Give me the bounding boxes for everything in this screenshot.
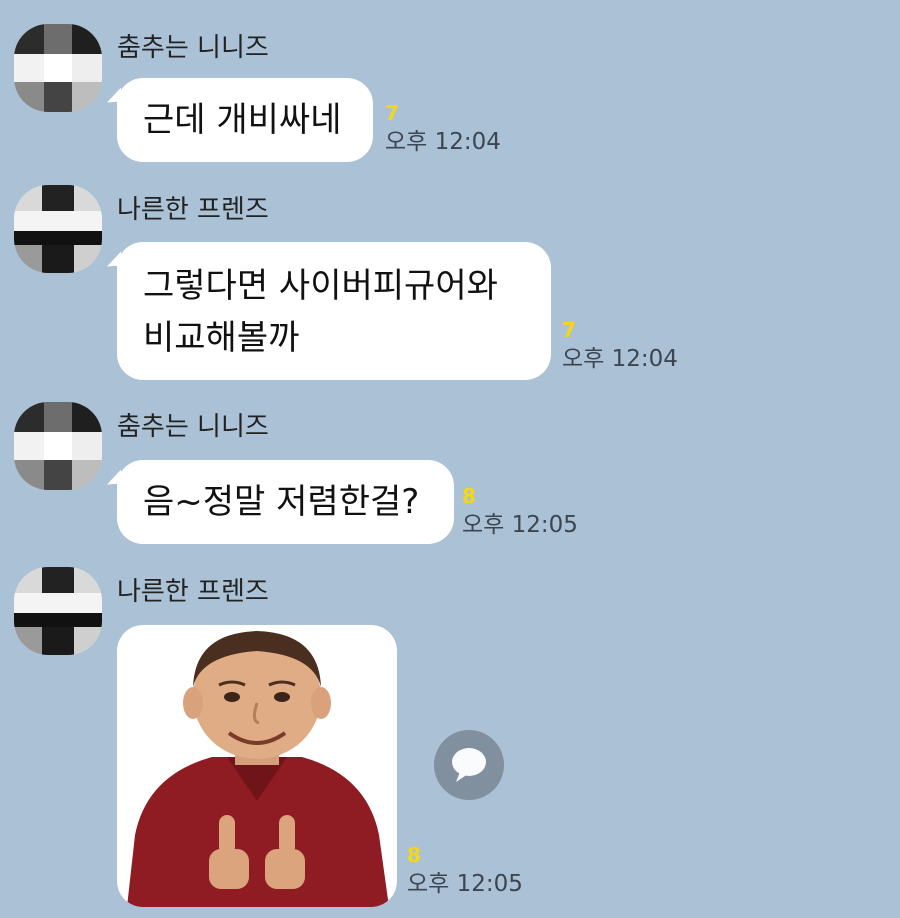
speech-bubble-icon: [452, 748, 486, 782]
message-text-line-2: 비교해볼까: [143, 318, 300, 358]
sender-name: 나른한 프렌즈: [117, 195, 269, 225]
unread-count: 7: [562, 318, 576, 342]
share-button[interactable]: [434, 730, 504, 800]
message-text: 근데 개비싸네: [143, 100, 342, 140]
unread-count: 8: [462, 484, 476, 508]
message-bubble[interactable]: 음~정말 저렴한걸?: [117, 460, 454, 544]
avatar[interactable]: [14, 567, 102, 655]
message-bubble[interactable]: 그렇다면 사이버피규어와 비교해볼까: [117, 242, 551, 380]
avatar[interactable]: [14, 185, 102, 273]
sender-name: 춤추는 니니즈: [117, 412, 269, 442]
avatar[interactable]: [14, 24, 102, 112]
sender-name: 춤추는 니니즈: [117, 33, 269, 63]
photo-message[interactable]: [117, 625, 397, 907]
unread-count: 8: [407, 843, 421, 867]
unread-count: 7: [385, 101, 399, 125]
timestamp: 오후 12:05: [462, 512, 578, 538]
message-bubble[interactable]: 근데 개비싸네: [117, 78, 373, 162]
chat-room: 춤추는 니니즈 근데 개비싸네 7 오후 12:04 나른한 프렌즈 그렇다면 …: [0, 0, 900, 918]
avatar[interactable]: [14, 402, 102, 490]
boy-thumbs-up-image: [127, 631, 389, 907]
timestamp: 오후 12:05: [407, 871, 523, 897]
message-text-line-1: 그렇다면 사이버피규어와: [143, 266, 498, 306]
timestamp: 오후 12:04: [385, 129, 501, 155]
timestamp: 오후 12:04: [562, 346, 678, 372]
message-text: 음~정말 저렴한걸?: [143, 482, 420, 522]
sender-name: 나른한 프렌즈: [117, 577, 269, 607]
